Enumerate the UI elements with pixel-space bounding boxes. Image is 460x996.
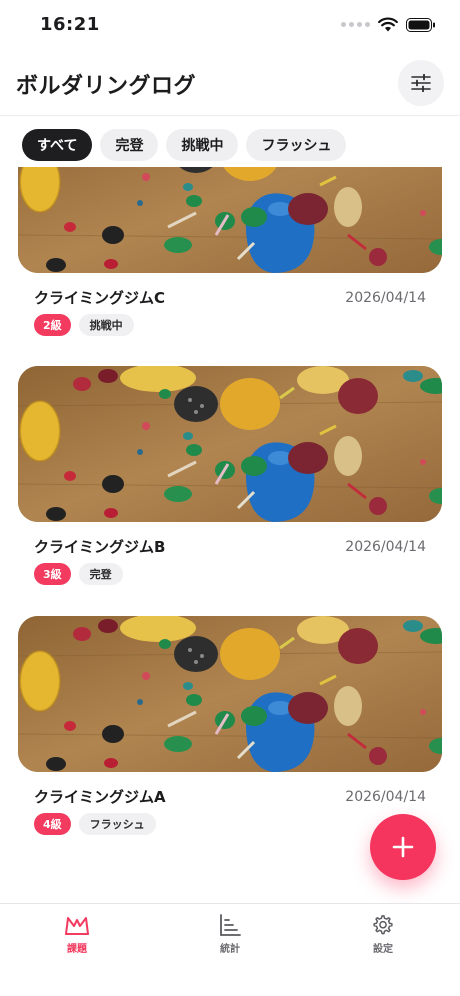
record-date: 2026/04/14 [345,289,426,306]
battery-icon [406,17,435,32]
status-time: 16:21 [40,14,100,35]
tab-tasks[interactable]: 課題 [37,914,117,955]
signal-icon [341,22,370,27]
filter-chip-all[interactable]: すべて [22,129,93,161]
filter-settings-button[interactable] [398,60,444,106]
record-card[interactable]: クライミングジムB 2026/04/14 3級 完登 [18,366,442,585]
wall-photo [18,167,442,273]
card-title-row: クライミングジムA 2026/04/14 [34,786,426,807]
status-tag: 挑戦中 [78,314,134,336]
gear-icon [373,915,393,935]
gym-name: クライミングジムB [34,538,166,556]
plus-icon [392,836,414,858]
record-date: 2026/04/14 [345,538,426,555]
app-header: ボルダリングログ [0,52,460,116]
wall-photo [18,616,442,772]
card-title-row: クライミングジムC 2026/04/14 [34,287,426,308]
grade-badge: 3級 [34,563,71,585]
status-tag: 完登 [78,563,123,585]
record-list: クライミングジムC 2026/04/14 2級 挑戦中 クライミングジムB 20… [0,167,460,903]
record-card[interactable]: クライミングジムC 2026/04/14 2級 挑戦中 [18,167,442,336]
grade-badge: 2級 [34,314,71,336]
record-date: 2026/04/14 [345,788,426,805]
grade-badge: 4級 [34,813,71,835]
tab-bar: 課題 統計 設定 [0,903,460,996]
status-tag: フラッシュ [78,813,156,835]
tab-stats[interactable]: 統計 [190,914,270,955]
status-icons [341,17,436,32]
tab-label: 課題 [67,944,87,955]
filter-chip-sent[interactable]: 完登 [100,129,159,161]
record-card[interactable]: クライミングジムA 2026/04/14 4級 フラッシュ [18,616,442,835]
wifi-icon [378,17,398,32]
wall-photo [18,366,442,522]
tab-label: 設定 [373,944,393,955]
card-title-row: クライミングジムB 2026/04/14 [34,536,426,557]
filter-chip-projecting[interactable]: 挑戦中 [166,129,239,161]
tag-row: 2級 挑戦中 [34,314,134,336]
status-bar: 16:21 [0,0,460,52]
filter-chip-row: すべて 完登 挑戦中 フラッシュ [22,129,347,161]
tag-row: 3級 完登 [34,563,123,585]
tab-settings[interactable]: 設定 [343,914,423,955]
sliders-icon [411,74,431,92]
mountain-icon [65,917,89,935]
bar-chart-icon [220,914,241,936]
gym-name: クライミングジムA [34,788,166,806]
filter-chip-flash[interactable]: フラッシュ [246,129,347,161]
tag-row: 4級 フラッシュ [34,813,156,835]
gym-name: クライミングジムC [34,289,166,307]
add-record-button[interactable] [370,814,436,880]
page-title: ボルダリングログ [16,74,197,99]
tab-label: 統計 [220,944,240,955]
